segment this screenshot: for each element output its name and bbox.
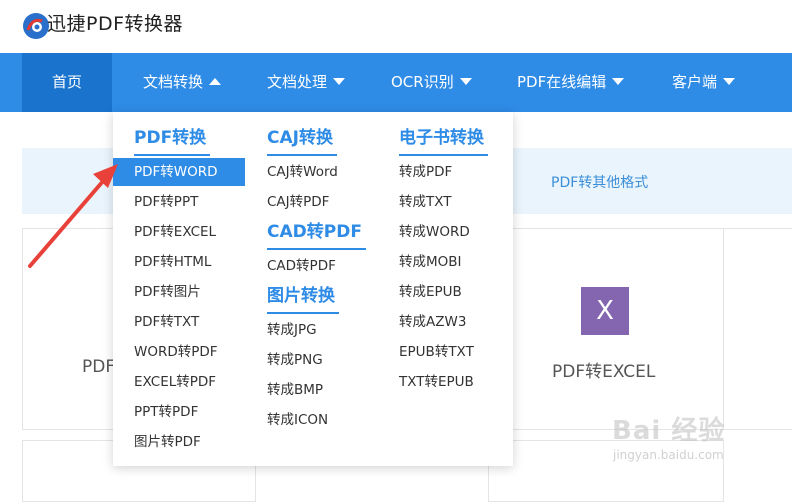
nav-doc-convert[interactable]: 文档转换	[143, 53, 222, 112]
menu-item[interactable]: CAD转PDF	[267, 256, 336, 276]
menu-item[interactable]: PDF转TXT	[134, 312, 199, 332]
nav-doc-process[interactable]: 文档处理	[267, 53, 346, 112]
menu-item[interactable]: TXT转EPUB	[399, 372, 474, 392]
menu-item[interactable]: PPT转PDF	[134, 402, 198, 422]
menu-item[interactable]: 转成WORD	[399, 222, 470, 242]
tool-card[interactable]	[723, 228, 792, 430]
menu-item[interactable]: 转成JPG	[267, 320, 317, 340]
nav-label: 文档处理	[267, 73, 328, 91]
app-title: 迅捷PDF转换器	[47, 13, 184, 35]
menu-item[interactable]: 转成BMP	[267, 380, 323, 400]
caret-down-icon	[333, 78, 346, 85]
menu-item[interactable]: PDF转PPT	[134, 192, 198, 212]
doc-convert-dropdown: PDF转换 PDF转WORD PDF转PPT PDF转EXCEL PDF转HTM…	[113, 112, 513, 466]
section-heading-pdf: PDF转换	[134, 128, 211, 156]
menu-item[interactable]: WORD转PDF	[134, 342, 218, 362]
menu-item[interactable]: 转成AZW3	[399, 312, 466, 332]
section-heading-image: 图片转换	[267, 286, 339, 314]
menu-item[interactable]: 转成MOBI	[399, 252, 462, 272]
app-logo-icon	[23, 13, 49, 39]
menu-item[interactable]: 转成PDF	[399, 162, 452, 182]
main-nav: 首页 文档转换 文档处理 OCR识别 PDF在线编辑 客户端	[0, 53, 792, 112]
caret-down-icon	[459, 78, 472, 85]
nav-pdf-edit[interactable]: PDF在线编辑	[517, 53, 625, 112]
menu-item[interactable]: 转成EPUB	[399, 282, 462, 302]
menu-item-pdf-to-word[interactable]: PDF转WORD	[113, 158, 245, 186]
top-bar: 迅捷PDF转换器	[0, 0, 792, 53]
caret-up-icon	[209, 78, 222, 85]
card-label: PDF	[82, 357, 116, 377]
menu-item[interactable]: PDF转HTML	[134, 252, 211, 272]
section-heading-caj: CAJ转换	[267, 128, 337, 156]
nav-label: 文档转换	[143, 73, 204, 91]
section-heading-cad: CAD转PDF	[267, 222, 366, 250]
menu-item[interactable]: 图片转PDF	[134, 432, 201, 452]
card-label-excel: PDF转EXCEL	[552, 362, 656, 382]
watermark-logo: Bai 经验	[612, 416, 726, 446]
watermark-url: jingyan.baidu.com	[613, 448, 724, 462]
nav-ocr[interactable]: OCR识别	[391, 53, 472, 112]
menu-item[interactable]: PDF转图片	[134, 282, 201, 302]
menu-item[interactable]: EXCEL转PDF	[134, 372, 216, 392]
menu-item[interactable]: CAJ转Word	[267, 162, 338, 182]
section-heading-ebook: 电子书转换	[399, 128, 488, 156]
nav-client[interactable]: 客户端	[672, 53, 736, 112]
menu-item[interactable]: 转成TXT	[399, 192, 452, 212]
nav-label: PDF在线编辑	[517, 73, 607, 91]
nav-label: OCR识别	[391, 73, 454, 91]
menu-item[interactable]: 转成PNG	[267, 350, 323, 370]
caret-down-icon	[723, 78, 736, 85]
menu-item[interactable]: 转成ICON	[267, 410, 328, 430]
excel-icon: X	[581, 287, 629, 335]
menu-item[interactable]: CAJ转PDF	[267, 192, 329, 212]
nav-label: 客户端	[672, 73, 718, 91]
tab-pdf-to-other[interactable]: PDF转其他格式	[551, 172, 648, 192]
menu-item[interactable]: EPUB转TXT	[399, 342, 474, 362]
nav-home[interactable]: 首页	[22, 53, 112, 112]
caret-down-icon	[612, 78, 625, 85]
menu-item[interactable]: PDF转EXCEL	[134, 222, 216, 242]
